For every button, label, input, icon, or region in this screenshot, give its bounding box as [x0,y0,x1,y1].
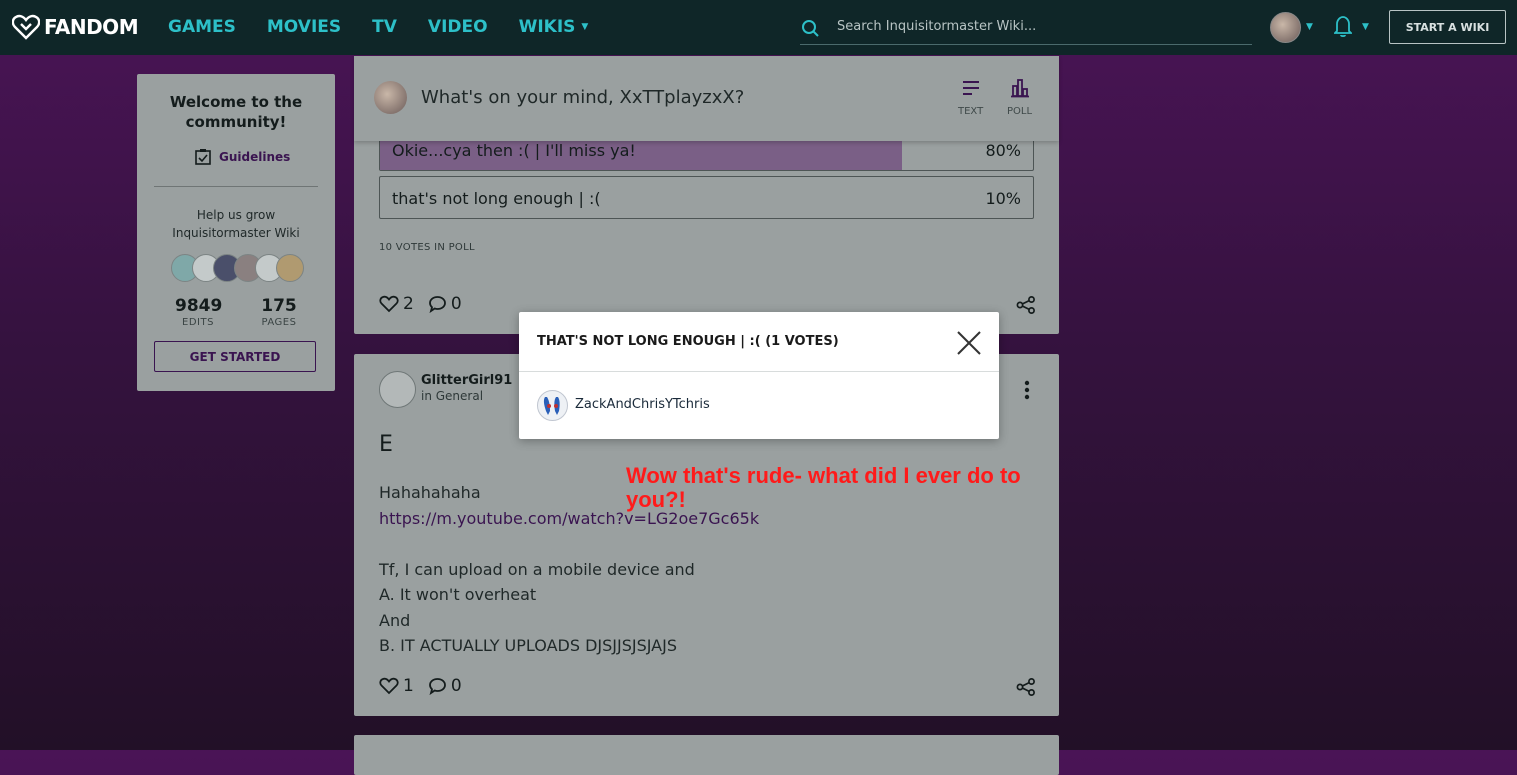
modal-divider [519,371,999,372]
voter-name[interactable]: ZackAndChrisYTchris [575,397,710,412]
fandom-logo[interactable]: FANDOM [12,14,139,40]
search-icon[interactable] [800,18,820,38]
close-icon[interactable] [956,330,982,356]
bell-icon[interactable] [1334,14,1352,38]
start-wiki-button[interactable]: START A WIKI [1389,10,1506,44]
nav-games[interactable]: GAMES [168,17,236,37]
poll-voters-modal: THAT'S NOT LONG ENOUGH | :( (1 VOTES) Za… [519,312,999,439]
nav-video[interactable]: VIDEO [428,17,488,37]
nav-tv[interactable]: TV [372,17,397,37]
chevron-down-icon[interactable]: ▼ [1362,22,1369,32]
top-nav: FANDOM GAMES MOVIES TV VIDEO WIKIS▼ ▼ ▼ … [0,0,1517,55]
nav-movies[interactable]: MOVIES [267,17,341,37]
nav-links: GAMES MOVIES TV VIDEO WIKIS ▼ [168,17,619,37]
annotation-text: Wow that's rude- what did I ever do to y… [626,463,1021,512]
chevron-down-icon[interactable]: ▼ [1306,22,1313,32]
search-bar [800,12,1252,45]
fandom-heart-icon [12,14,40,40]
fandom-wordmark: FANDOM [44,15,139,39]
nav-wikis-label: WIKIS [518,17,576,37]
avatar[interactable] [537,390,568,421]
user-avatar[interactable] [1270,12,1301,43]
search-input[interactable] [835,15,1249,37]
chevron-down-icon: ▼ [581,22,589,32]
nav-wikis[interactable]: WIKIS ▼ [519,17,589,37]
modal-title: THAT'S NOT LONG ENOUGH | :( (1 VOTES) [537,334,839,349]
voter-avatar-image [543,397,560,415]
